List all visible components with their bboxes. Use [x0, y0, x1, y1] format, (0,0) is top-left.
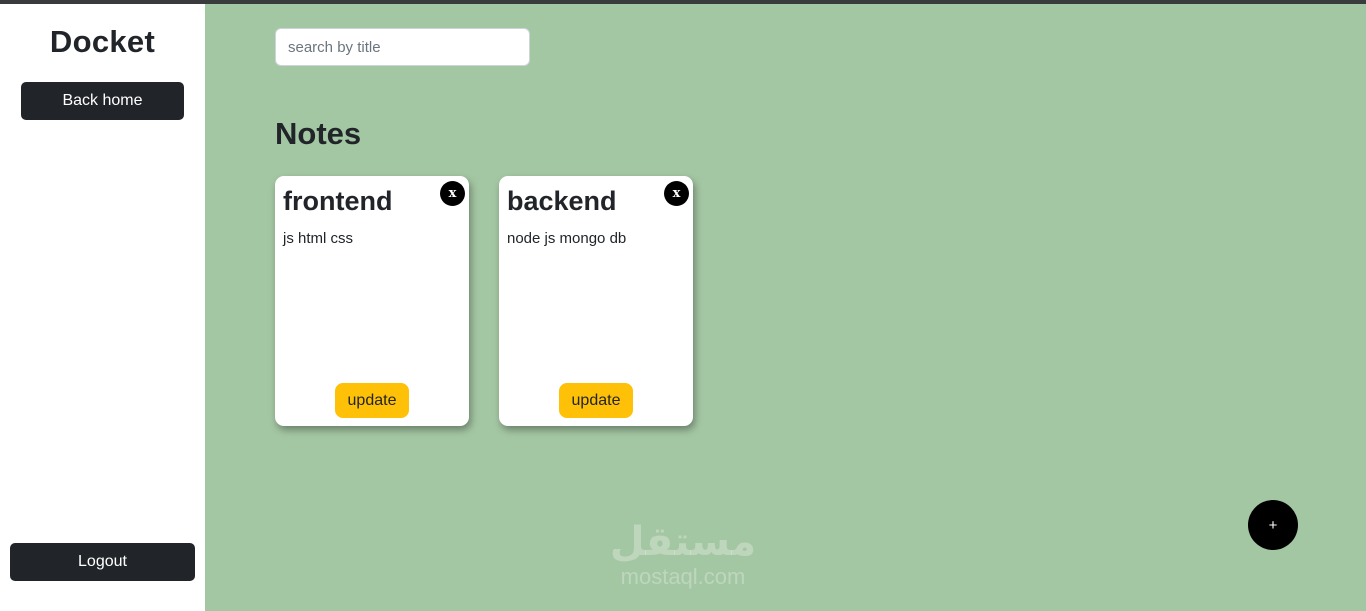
watermark: مستقل mostaql.com [597, 519, 769, 589]
update-button[interactable]: update [335, 383, 409, 418]
note-title: backend [507, 186, 617, 216]
app-brand: Docket [49, 24, 156, 59]
watermark-latin: mostaql.com [620, 564, 746, 589]
note-title: frontend [283, 186, 393, 216]
note-body: node js mongo db [507, 230, 627, 247]
logout-button[interactable]: Logout [10, 543, 195, 581]
update-button[interactable]: update [559, 383, 633, 418]
watermark-arabic: مستقل [609, 520, 757, 564]
note-body: js html css [283, 230, 354, 247]
search-input[interactable] [275, 28, 530, 66]
close-icon[interactable]: x [440, 181, 465, 206]
page-title: Notes [275, 116, 362, 151]
close-icon[interactable]: x [664, 181, 689, 206]
sidebar: Docket Back home Logout [0, 4, 205, 611]
main-content: Notes frontend x js html css update back… [205, 4, 1366, 611]
back-home-button[interactable]: Back home [21, 82, 184, 120]
add-note-button[interactable]: + [1248, 500, 1298, 550]
plus-icon: + [1268, 516, 1278, 534]
note-card: backend x node js mongo db update [499, 176, 693, 426]
note-card: frontend x js html css update [275, 176, 469, 426]
